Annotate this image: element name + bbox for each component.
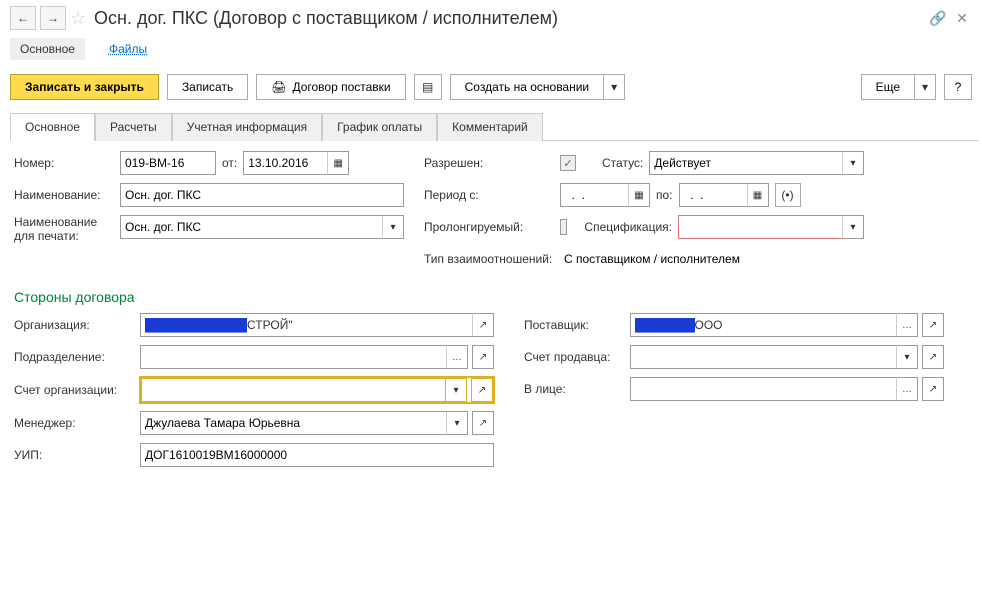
print-name-label: Наименование для печати:: [14, 215, 114, 244]
period-from-input[interactable]: [560, 183, 628, 207]
period-to-label: по:: [656, 188, 673, 202]
number-input[interactable]: [120, 151, 216, 175]
uip-label: УИП:: [14, 448, 134, 462]
spec-label: Спецификация:: [584, 220, 672, 234]
tab-comment[interactable]: Комментарий: [437, 113, 543, 141]
supplier-label: Поставщик:: [524, 318, 624, 332]
print-name-dropdown[interactable]: ▾: [382, 215, 404, 239]
seller-account-dropdown[interactable]: ▾: [896, 345, 918, 369]
save-close-button[interactable]: Записать и закрыть: [10, 74, 159, 100]
help-button[interactable]: ?: [944, 74, 972, 100]
allowed-label: Разрешен:: [424, 156, 554, 170]
create-on-button[interactable]: Создать на основании: [450, 74, 604, 100]
relation-type-value: [560, 247, 864, 271]
dept-input[interactable]: [140, 345, 446, 369]
uip-input[interactable]: [140, 443, 494, 467]
create-on-dropdown[interactable]: ▾: [603, 74, 625, 100]
supplier-open-icon[interactable]: ↗: [922, 313, 944, 337]
period-expand-button[interactable]: (•): [775, 183, 801, 207]
subtab-files[interactable]: Файлы: [103, 38, 153, 60]
org-open-icon[interactable]: ↗: [472, 313, 494, 337]
org-text: СТРОЙ": [247, 318, 293, 332]
period-from-calendar-icon[interactable]: ▦: [628, 183, 650, 207]
person-input[interactable]: [630, 377, 896, 401]
status-select[interactable]: [649, 151, 842, 175]
status-dropdown[interactable]: ▾: [842, 151, 864, 175]
period-to-input[interactable]: [679, 183, 747, 207]
date-from-label: от:: [222, 156, 237, 170]
supplier-ellipsis[interactable]: …: [896, 313, 918, 337]
relation-type-label: Тип взаимоотношений:: [424, 252, 554, 266]
number-label: Номер:: [14, 156, 114, 170]
org-account-label: Счет организации:: [14, 383, 134, 397]
tab-accounting[interactable]: Учетная информация: [172, 113, 322, 141]
close-icon[interactable]: ✕: [952, 10, 972, 27]
allowed-checkbox[interactable]: [560, 155, 576, 171]
org-account-dropdown[interactable]: ▾: [445, 378, 467, 402]
manager-open-icon[interactable]: ↗: [472, 411, 494, 435]
manager-input[interactable]: [140, 411, 446, 435]
seller-account-open-icon[interactable]: ↗: [922, 345, 944, 369]
prolong-label: Пролонгируемый:: [424, 220, 554, 234]
org-label: Организация:: [14, 318, 134, 332]
link-icon[interactable]: 🔗: [928, 10, 948, 27]
seller-account-label: Счет продавца:: [524, 350, 624, 364]
print-label: Договор поставки: [292, 80, 390, 94]
org-account-open-icon[interactable]: ↗: [471, 378, 493, 402]
manager-dropdown[interactable]: ▾: [446, 411, 468, 435]
period-to-calendar-icon[interactable]: ▦: [747, 183, 769, 207]
dept-open-icon[interactable]: ↗: [472, 345, 494, 369]
tab-main[interactable]: Основное: [10, 113, 95, 141]
name-label: Наименование:: [14, 188, 114, 202]
parties-section-title: Стороны договора: [14, 289, 968, 305]
printer-icon: 🖨: [271, 80, 286, 94]
person-label: В лице:: [524, 382, 624, 396]
dept-ellipsis[interactable]: …: [446, 345, 468, 369]
org-account-input[interactable]: [141, 378, 445, 402]
person-open-icon[interactable]: ↗: [922, 377, 944, 401]
more-dropdown[interactable]: ▾: [914, 74, 936, 100]
more-button[interactable]: Еще: [861, 74, 914, 100]
star-icon[interactable]: ☆: [70, 8, 90, 29]
subtab-main[interactable]: Основное: [10, 38, 85, 60]
redacted: ███████: [635, 318, 695, 332]
tab-schedule[interactable]: График оплаты: [322, 113, 437, 141]
seller-account-input[interactable]: [630, 345, 896, 369]
nav-fwd[interactable]: →: [40, 6, 66, 30]
redacted: ████████████: [145, 318, 247, 332]
spec-input[interactable]: [678, 215, 842, 239]
dept-label: Подразделение:: [14, 350, 134, 364]
date-input[interactable]: [243, 151, 327, 175]
print-button[interactable]: 🖨 Договор поставки: [256, 74, 405, 100]
nav-back[interactable]: ←: [10, 6, 36, 30]
name-input[interactable]: [120, 183, 404, 207]
print-name-input[interactable]: [120, 215, 382, 239]
save-button[interactable]: Записать: [167, 74, 248, 100]
supplier-text: ООО: [695, 318, 723, 332]
calendar-icon[interactable]: ▦: [327, 151, 349, 175]
status-label: Статус:: [602, 156, 643, 170]
period-from-label: Период с:: [424, 188, 554, 202]
report-icon-button[interactable]: ▤: [414, 74, 442, 100]
spec-dropdown[interactable]: ▾: [842, 215, 864, 239]
org-input[interactable]: ████████████СТРОЙ": [140, 313, 472, 337]
person-ellipsis[interactable]: …: [896, 377, 918, 401]
manager-label: Менеджер:: [14, 416, 134, 430]
supplier-input[interactable]: ███████ ООО: [630, 313, 896, 337]
doc-icon: ▤: [422, 80, 433, 94]
window-title: Осн. дог. ПКС (Договор с поставщиком / и…: [94, 8, 924, 29]
tab-payments[interactable]: Расчеты: [95, 113, 172, 141]
prolong-checkbox[interactable]: [560, 219, 567, 235]
